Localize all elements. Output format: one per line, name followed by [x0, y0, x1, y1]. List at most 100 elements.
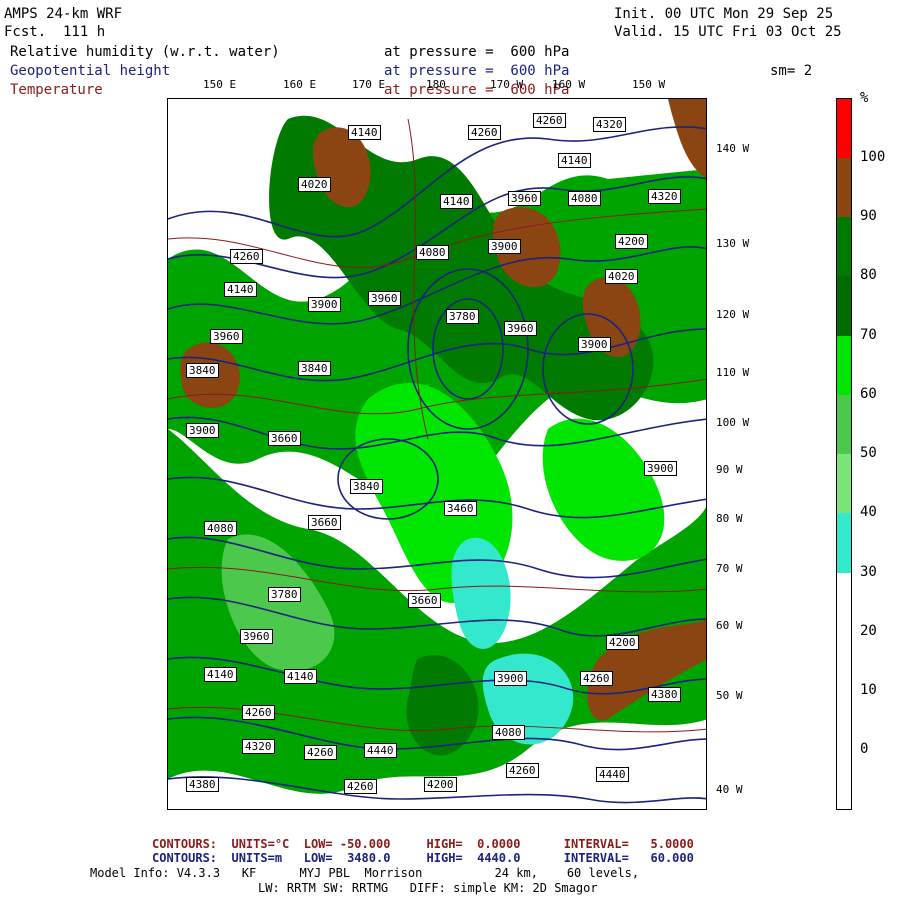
height-label: 3460 [444, 501, 477, 516]
field-height-name: Geopotential height [10, 63, 171, 79]
height-label: 4320 [593, 117, 626, 132]
height-label: 4260 [533, 113, 566, 128]
height-label: 4380 [648, 687, 681, 702]
colorbar-tick: 30 [860, 564, 877, 580]
temperature-contour-info: CONTOURS: UNITS=°C LOW= -50.000 HIGH= 0.… [152, 837, 694, 851]
model-title: AMPS 24-km WRF [4, 6, 123, 22]
colorbar-segment [837, 276, 851, 336]
field-temp-level: at pressure = 600 hPa [384, 82, 570, 98]
colorbar-tick: 100 [860, 149, 886, 165]
lat-label: 130 W [716, 237, 750, 250]
field-rh-name: Relative humidity (w.r.t. water) [10, 44, 280, 60]
height-label: 3660 [268, 431, 301, 446]
lon-label: 170 W [490, 78, 524, 91]
field-height-level: at pressure = 600 hPa [384, 63, 570, 79]
height-label: 3780 [268, 587, 301, 602]
colorbar-tick: 80 [860, 267, 877, 283]
lon-label: 160 W [552, 78, 586, 91]
height-label: 3900 [308, 297, 341, 312]
forecast-hour: Fcst. 111 h [4, 24, 106, 40]
valid-time: Valid. 15 UTC Fri 03 Oct 25 [614, 24, 842, 40]
height-label: 4020 [298, 177, 331, 192]
height-label: 3900 [494, 671, 527, 686]
lat-label: 50 W [716, 689, 743, 702]
height-label: 4140 [348, 125, 381, 140]
colorbar-tick: 70 [860, 327, 877, 343]
model-info-physics: LW: RRTM SW: RRTMG DIFF: simple KM: 2D S… [258, 881, 598, 895]
init-time: Init. 00 UTC Mon 29 Sep 25 [614, 6, 834, 22]
height-label: 4260 [580, 671, 613, 686]
height-label: 3960 [504, 321, 537, 336]
height-label: 3900 [644, 461, 677, 476]
height-label: 4020 [605, 269, 638, 284]
height-label: 4380 [186, 777, 219, 792]
height-label: 4320 [242, 739, 275, 754]
lon-label: 150 E [203, 78, 237, 91]
height-label: 4140 [440, 194, 473, 209]
lat-label: 80 W [716, 512, 743, 525]
height-label: 4080 [492, 725, 525, 740]
colorbar-segment [837, 395, 851, 454]
height-label: 4200 [424, 777, 457, 792]
colorbar-segment [837, 158, 851, 217]
height-label: 4080 [416, 245, 449, 260]
height-label: 4440 [364, 743, 397, 758]
colorbar-segment [837, 99, 851, 158]
colorbar-tick: 20 [860, 623, 877, 639]
field-rh-level: at pressure = 600 hPa [384, 44, 570, 60]
height-label: 4320 [648, 189, 681, 204]
colorbar-tick: 0 [860, 741, 869, 757]
lon-label: 160 E [283, 78, 317, 91]
height-label: 3840 [186, 363, 219, 378]
height-label: 4140 [224, 282, 257, 297]
height-label: 3960 [210, 329, 243, 344]
colorbar-tick: 40 [860, 504, 877, 520]
colorbar-segment [837, 454, 851, 513]
map-panel: 4140 4260 4260 4320 4140 4020 3960 4140 … [167, 98, 707, 810]
lon-label: 180 [426, 78, 446, 91]
height-label: 4140 [204, 667, 237, 682]
colorbar-tick: 60 [860, 386, 877, 402]
colorbar-segment [837, 217, 851, 276]
height-label: 3960 [508, 191, 541, 206]
lat-label: 110 W [716, 366, 750, 379]
height-label: 3840 [350, 479, 383, 494]
height-label: 3900 [578, 337, 611, 352]
height-contour-info: CONTOURS: UNITS=m LOW= 3480.0 HIGH= 4440… [152, 851, 694, 865]
lat-label: 40 W [716, 783, 743, 796]
height-label: 3660 [308, 515, 341, 530]
smoothing-label: sm= 2 [770, 63, 813, 79]
height-label: 4260 [506, 763, 539, 778]
colorbar-segment [837, 513, 851, 573]
rh-colorbar [836, 98, 852, 810]
height-label: 4260 [468, 125, 501, 140]
height-label: 4200 [615, 234, 648, 249]
lon-label: 170 E [352, 78, 386, 91]
height-label: 4260 [242, 705, 275, 720]
height-label: 3780 [446, 309, 479, 324]
height-label: 3960 [240, 629, 273, 644]
height-label: 4080 [204, 521, 237, 536]
height-label: 4140 [558, 153, 591, 168]
rh-fill-layer [168, 99, 706, 794]
colorbar-tick: 10 [860, 682, 877, 698]
lat-label: 90 W [716, 463, 743, 476]
height-label: 4260 [344, 779, 377, 794]
height-label: 4080 [568, 191, 601, 206]
lat-label: 70 W [716, 562, 743, 575]
height-label: 3900 [488, 239, 521, 254]
colorbar-tick: 90 [860, 208, 877, 224]
colorbar-segment [837, 336, 851, 395]
colorbar-segment [837, 573, 851, 809]
height-label: 4200 [606, 635, 639, 650]
lat-label: 100 W [716, 416, 750, 429]
lat-label: 60 W [716, 619, 743, 632]
height-label: 3660 [408, 593, 441, 608]
lat-label: 140 W [716, 142, 750, 155]
colorbar-unit: % [860, 90, 869, 106]
map-plot [168, 99, 706, 804]
height-label: 4440 [596, 767, 629, 782]
height-label: 3960 [368, 291, 401, 306]
colorbar-tick: 50 [860, 445, 877, 461]
height-label: 4260 [230, 249, 263, 264]
